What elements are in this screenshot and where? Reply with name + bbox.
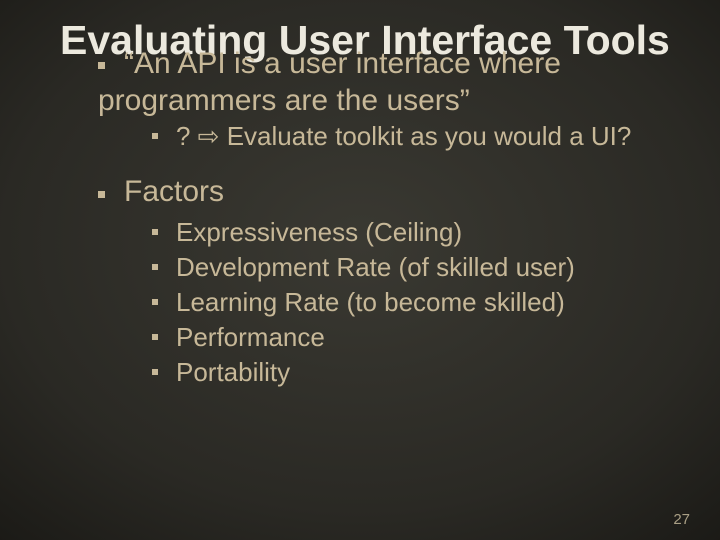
factor-learning-rate: Learning Rate (to become skilled) — [152, 285, 686, 320]
bullet-evaluate-toolkit-text: ? ⇨ Evaluate toolkit as you would a UI? — [176, 121, 631, 151]
bullet-factors-label: Factors — [124, 175, 224, 208]
slide: Evaluating User Interface Tools “An API … — [0, 0, 720, 540]
bullet-api-quote: “An API is a user interface where progra… — [98, 46, 686, 154]
bullet-evaluate-toolkit: ? ⇨ Evaluate toolkit as you would a UI? — [152, 119, 686, 154]
factor-portability-text: Portability — [176, 357, 290, 387]
factor-performance: Performance — [152, 320, 686, 355]
bullet-api-quote-line1: “An API is a user interface where — [124, 47, 561, 80]
factor-development-rate: Development Rate (of skilled user) — [152, 250, 686, 285]
factor-expressiveness-text: Expressiveness (Ceiling) — [176, 217, 462, 247]
bullet-api-quote-line2: programmers are the users” — [98, 83, 470, 120]
factors-list: Expressiveness (Ceiling) Development Rat… — [152, 215, 686, 390]
factor-portability: Portability — [152, 355, 686, 390]
page-number: 27 — [673, 511, 690, 528]
slide-content: “An API is a user interface where progra… — [98, 46, 686, 390]
factor-development-rate-text: Development Rate (of skilled user) — [176, 252, 575, 282]
bullet-api-sublist: ? ⇨ Evaluate toolkit as you would a UI? — [152, 119, 686, 154]
bullet-factors: Factors Expressiveness (Ceiling) Develop… — [98, 174, 686, 390]
factor-performance-text: Performance — [176, 322, 325, 352]
bullet-list-level1: “An API is a user interface where progra… — [98, 46, 686, 390]
factor-learning-rate-text: Learning Rate (to become skilled) — [176, 287, 565, 317]
factor-expressiveness: Expressiveness (Ceiling) — [152, 215, 686, 250]
